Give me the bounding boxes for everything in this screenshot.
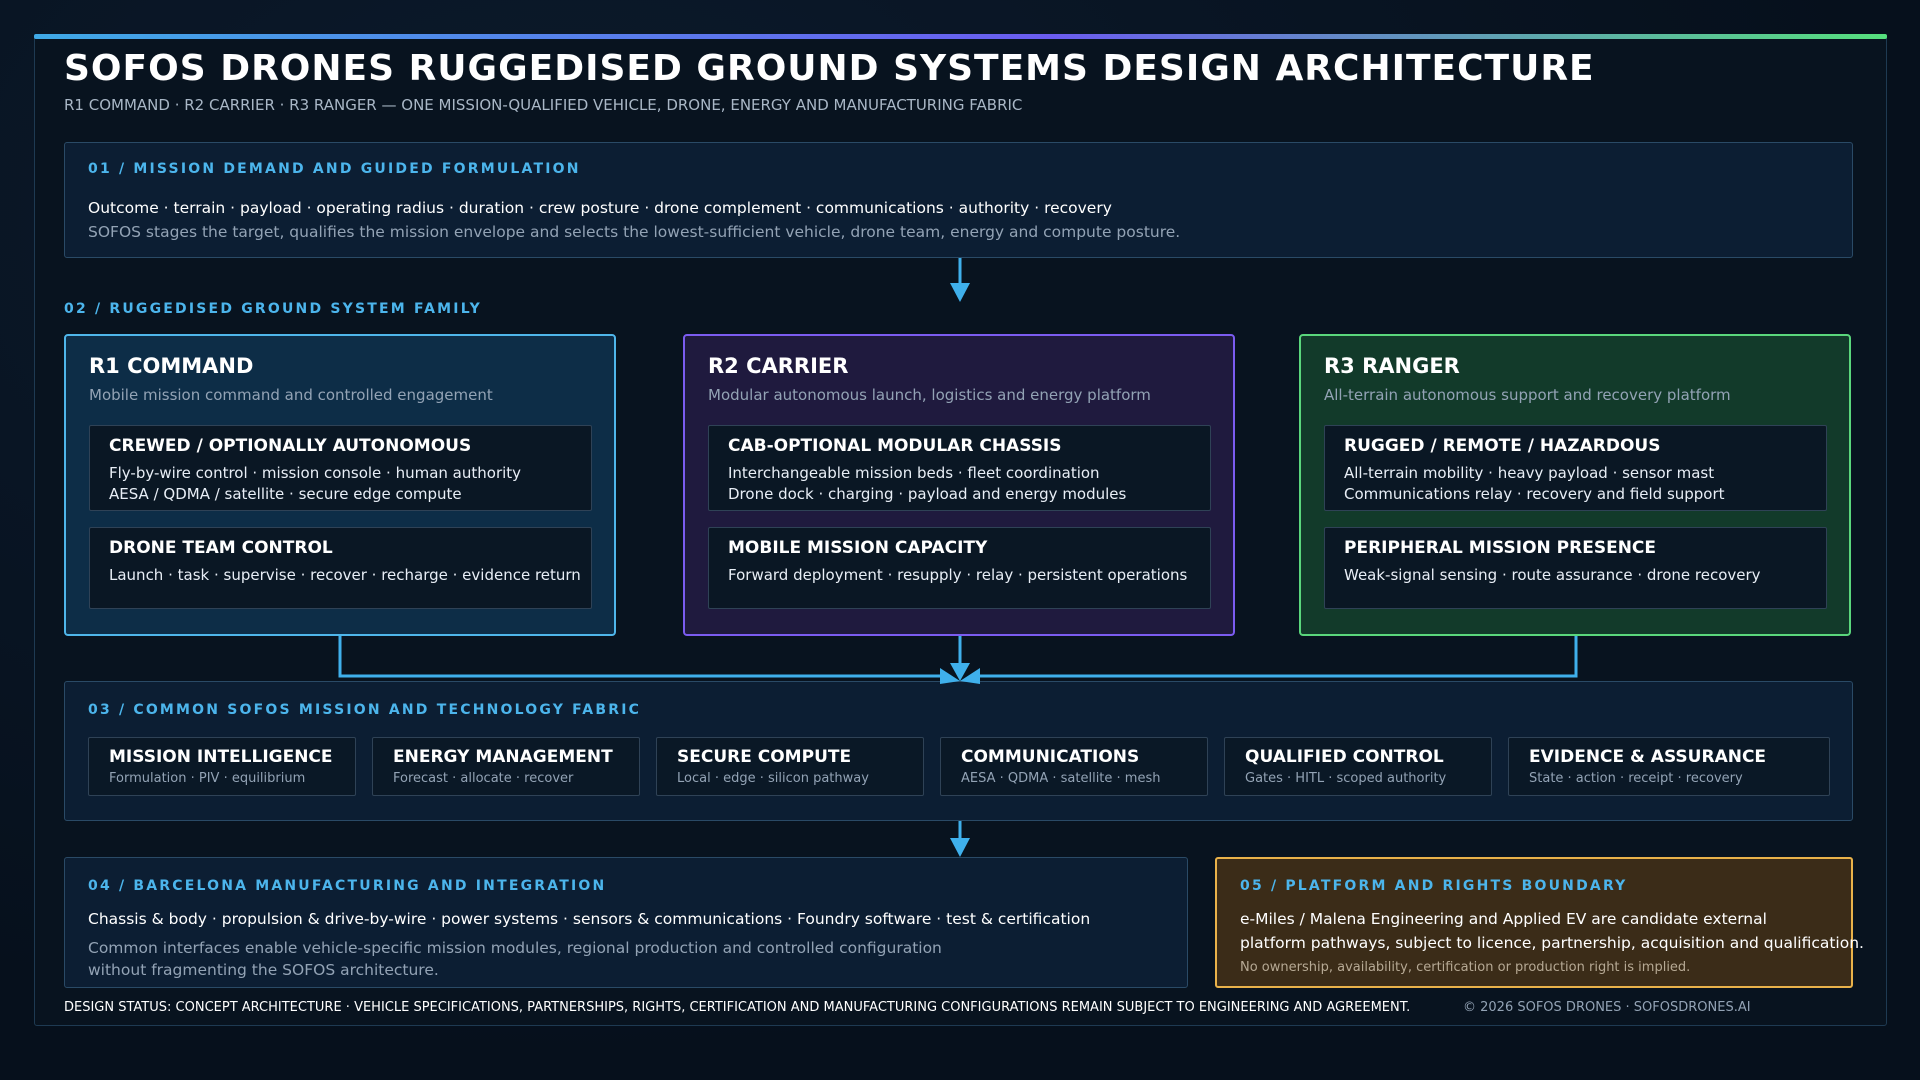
card-text: Weak-signal sensing · route assurance · …	[1344, 566, 1761, 584]
fabric-item-evidence-assurance: EVIDENCE & ASSURANCE State · action · re…	[1508, 737, 1830, 796]
card-title: CAB-OPTIONAL MODULAR CHASSIS	[728, 436, 1062, 456]
page-title: SOFOS DRONES RUGGEDISED GROUND SYSTEMS D…	[64, 48, 1595, 89]
card-text: Forward deployment · resupply · relay · …	[728, 566, 1188, 584]
manufacturing-panel: 04 / BARCELONA MANUFACTURING AND INTEGRA…	[64, 857, 1188, 988]
manufacturing-scope-text: Chassis & body · propulsion & drive-by-w…	[88, 910, 1091, 928]
design-status-text: DESIGN STATUS: CONCEPT ARCHITECTURE · VE…	[64, 1000, 1411, 1015]
fabric-item-title: QUALIFIED CONTROL	[1245, 747, 1444, 767]
mission-demand-panel: 01 / MISSION DEMAND AND GUIDED FORMULATI…	[64, 142, 1853, 258]
card-text: Drone dock · charging · payload and ener…	[728, 485, 1127, 503]
rights-boundary-panel: 05 / PLATFORM AND RIGHTS BOUNDARY e-Mile…	[1215, 857, 1864, 988]
capability-card: MOBILE MISSION CAPACITY Forward deployme…	[708, 527, 1211, 609]
boundary-line: e-Miles / Malena Engineering and Applied…	[1240, 910, 1767, 928]
fabric-item-title: COMMUNICATIONS	[961, 747, 1140, 767]
r3-ranger-panel: R3 RANGER All-terrain autonomous support…	[1299, 334, 1851, 636]
system-description: Mobile mission command and controlled en…	[89, 386, 493, 404]
fabric-item-secure-compute: SECURE COMPUTE Local · edge · silicon pa…	[656, 737, 924, 796]
card-text: AESA / QDMA / satellite · secure edge co…	[109, 485, 462, 503]
gradient-top-bar	[34, 34, 1887, 39]
card-title: CREWED / OPTIONALLY AUTONOMOUS	[109, 436, 472, 456]
card-title: MOBILE MISSION CAPACITY	[728, 538, 988, 558]
fabric-item-mission-intelligence: MISSION INTELLIGENCE Formulation · PIV ·…	[88, 737, 356, 796]
section-kicker: 05 / PLATFORM AND RIGHTS BOUNDARY	[1240, 878, 1628, 894]
card-text: Interchangeable mission beds · fleet coo…	[728, 464, 1100, 482]
mission-parameters-text: Outcome · terrain · payload · operating …	[88, 199, 1112, 217]
capability-card: CREWED / OPTIONALLY AUTONOMOUS Fly-by-wi…	[89, 425, 592, 511]
r2-carrier-panel: R2 CARRIER Modular autonomous launch, lo…	[683, 334, 1235, 636]
disclaimer-text: No ownership, availability, certificatio…	[1240, 960, 1691, 975]
fabric-item-title: MISSION INTELLIGENCE	[109, 747, 333, 767]
capability-card: PERIPHERAL MISSION PRESENCE Weak-signal …	[1324, 527, 1827, 609]
fabric-item-subtitle: Formulation · PIV · equilibrium	[109, 771, 306, 786]
technology-fabric-panel: 03 / COMMON SOFOS MISSION AND TECHNOLOGY…	[64, 681, 1853, 821]
card-text: Launch · task · supervise · recover · re…	[109, 566, 581, 584]
r1-command-panel: R1 COMMAND Mobile mission command and co…	[64, 334, 616, 636]
capability-card: RUGGED / REMOTE / HAZARDOUS All-terrain …	[1324, 425, 1827, 511]
system-name: R1 COMMAND	[89, 354, 254, 378]
fabric-item-title: EVIDENCE & ASSURANCE	[1529, 747, 1767, 767]
boundary-line: platform pathways, subject to licence, p…	[1240, 934, 1864, 952]
section-kicker: 04 / BARCELONA MANUFACTURING AND INTEGRA…	[88, 878, 607, 894]
description-line: without fragmenting the SOFOS architectu…	[88, 961, 439, 979]
card-title: PERIPHERAL MISSION PRESENCE	[1344, 538, 1657, 558]
system-description: All-terrain autonomous support and recov…	[1324, 386, 1731, 404]
section-kicker: 02 / RUGGEDISED GROUND SYSTEM FAMILY	[64, 301, 482, 317]
copyright-text: © 2026 SOFOS DRONES · SOFOSDRONES.AI	[1463, 1000, 1751, 1015]
card-title: DRONE TEAM CONTROL	[109, 538, 333, 558]
fabric-item-communications: COMMUNICATIONS AESA · QDMA · satellite ·…	[940, 737, 1208, 796]
system-description: Modular autonomous launch, logistics and…	[708, 386, 1151, 404]
fabric-item-subtitle: Local · edge · silicon pathway	[677, 771, 869, 786]
fabric-item-subtitle: State · action · receipt · recovery	[1529, 771, 1743, 786]
boundary-text: e-Miles / Malena Engineering and Applied…	[1240, 907, 1864, 955]
mission-description-text: SOFOS stages the target, qualifies the m…	[88, 223, 1181, 241]
capability-card: DRONE TEAM CONTROL Launch · task · super…	[89, 527, 592, 609]
section-kicker: 03 / COMMON SOFOS MISSION AND TECHNOLOGY…	[88, 702, 642, 718]
section-kicker: 01 / MISSION DEMAND AND GUIDED FORMULATI…	[88, 161, 581, 177]
capability-card: CAB-OPTIONAL MODULAR CHASSIS Interchange…	[708, 425, 1211, 511]
fabric-item-title: SECURE COMPUTE	[677, 747, 852, 767]
page-subtitle: R1 COMMAND · R2 CARRIER · R3 RANGER — ON…	[64, 96, 1023, 114]
card-text: Communications relay · recovery and fiel…	[1344, 485, 1725, 503]
card-text: Fly-by-wire control · mission console · …	[109, 464, 522, 482]
manufacturing-description-text: Common interfaces enable vehicle-specifi…	[88, 937, 942, 981]
fabric-item-subtitle: Gates · HITL · scoped authority	[1245, 771, 1447, 786]
fabric-item-energy-management: ENERGY MANAGEMENT Forecast · allocate · …	[372, 737, 640, 796]
fabric-item-title: ENERGY MANAGEMENT	[393, 747, 613, 767]
fabric-item-qualified-control: QUALIFIED CONTROL Gates · HITL · scoped …	[1224, 737, 1492, 796]
card-text: All-terrain mobility · heavy payload · s…	[1344, 464, 1715, 482]
fabric-item-subtitle: AESA · QDMA · satellite · mesh	[961, 771, 1161, 786]
system-name: R3 RANGER	[1324, 354, 1460, 378]
system-name: R2 CARRIER	[708, 354, 849, 378]
description-line: Common interfaces enable vehicle-specifi…	[88, 939, 942, 957]
fabric-item-subtitle: Forecast · allocate · recover	[393, 771, 574, 786]
card-title: RUGGED / REMOTE / HAZARDOUS	[1344, 436, 1661, 456]
